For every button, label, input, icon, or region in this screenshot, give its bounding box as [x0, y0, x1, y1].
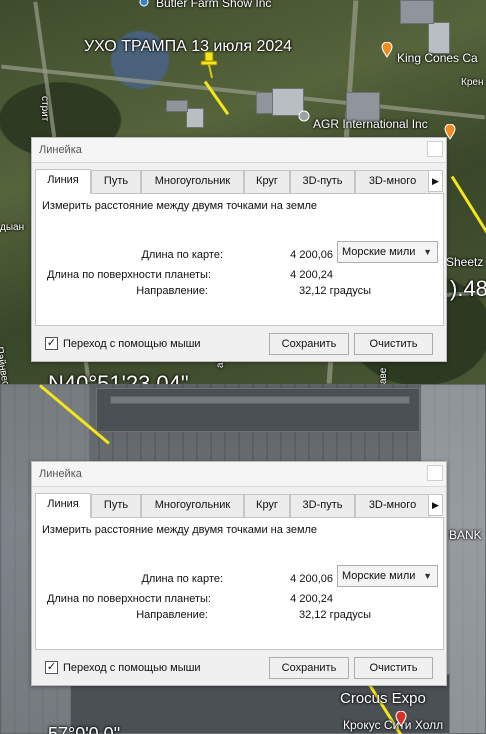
checkmark-icon: ✓ — [46, 337, 57, 349]
ruler-description: Измерить расстояние между двумя точками … — [42, 524, 318, 536]
ruler-dialog-bottom[interactable]: Линейка Линия Путь Многоугольник Круг 3D… — [31, 461, 447, 686]
dialog-titlebar[interactable]: Линейка — [32, 138, 446, 163]
place-label-crocus-city-hall[interactable]: Крокус Сити Холл — [343, 718, 443, 732]
clear-button[interactable]: Очистить — [354, 333, 433, 355]
mouse-nav-label[interactable]: Переход с помощью мыши — [63, 662, 201, 674]
tab-3d-path[interactable]: 3D-путь — [290, 494, 355, 517]
coordinate-overlay-right: ).48 — [450, 276, 486, 301]
close-icon[interactable] — [427, 141, 443, 157]
place-pin-icon[interactable] — [138, 0, 150, 8]
street-label-left-2: Пайнвеста — [0, 346, 13, 384]
checkmark-icon: ✓ — [46, 661, 57, 673]
tab-3d-polygon[interactable]: 3D-много — [355, 170, 430, 193]
chevron-down-icon[interactable]: ▼ — [423, 242, 432, 262]
chevron-right-icon[interactable]: ▶ — [428, 170, 443, 192]
ruler-dialog-top[interactable]: Линейка Линия Путь Многоугольник Круг 3D… — [31, 137, 447, 362]
tab-line-content: Измерить расстояние между двумя точками … — [35, 193, 444, 326]
street-label-top-left: стрит — [39, 96, 50, 122]
tab-line-content: Измерить расстояние между двумя точками … — [35, 517, 444, 650]
close-icon[interactable] — [427, 465, 443, 481]
ruler-tabbar: Линия Путь Многоугольник Круг 3D-путь 3D… — [35, 493, 430, 518]
place-label-sheetz[interactable]: Sheetz — [446, 255, 483, 269]
pushpin-icon[interactable] — [198, 50, 220, 80]
coordinate-overlay-bottom: 57°0'0.0" — [48, 724, 121, 734]
save-button[interactable]: Сохранить — [269, 333, 349, 355]
dialog-titlebar[interactable]: Линейка — [32, 462, 446, 487]
map-length-label: Длина по карте: — [141, 573, 223, 585]
clear-button[interactable]: Очистить — [354, 657, 433, 679]
street-label-right: аве — [378, 367, 389, 384]
place-label-crocus-expo[interactable]: Crocus Expo — [340, 690, 426, 707]
place-pin-icon[interactable] — [395, 711, 407, 727]
place-label-king-cones[interactable]: King Cones Ca — [397, 51, 478, 65]
pushpin-title-label[interactable]: УХО ТРАМПА 13 июля 2024 — [84, 38, 292, 56]
unit-select[interactable]: Морские мили ▼ — [337, 565, 438, 587]
ground-length-label: Длина по поверхности планеты: — [46, 593, 211, 605]
chevron-down-icon[interactable]: ▼ — [423, 566, 432, 586]
unit-select-value: Морские мили — [342, 246, 416, 258]
place-pin-icon[interactable] — [298, 110, 310, 124]
chevron-right-icon[interactable]: ▶ — [428, 494, 443, 516]
tab-line[interactable]: Линия — [35, 169, 91, 194]
ground-length-value: 4 200,24 — [290, 593, 333, 605]
street-label-left-1: дыан — [0, 222, 25, 233]
ruler-description: Измерить расстояние между двумя точками … — [42, 200, 318, 212]
heading-value: 32,12 градусы — [299, 609, 372, 621]
coordinate-overlay-text: N40°51'23.04" — [48, 371, 189, 384]
tab-polygon[interactable]: Многоугольник — [141, 170, 244, 193]
dialog-title: Линейка — [39, 144, 82, 156]
mouse-nav-checkbox[interactable]: ✓ — [45, 661, 58, 674]
tab-path[interactable]: Путь — [91, 494, 141, 517]
tab-line[interactable]: Линия — [35, 493, 91, 518]
mouse-nav-label[interactable]: Переход с помощью мыши — [63, 338, 201, 350]
tab-3d-path[interactable]: 3D-путь — [290, 170, 355, 193]
place-pin-icon[interactable] — [381, 42, 393, 58]
place-label-king-cones-sub: Крен — [461, 77, 484, 88]
map-length-value: 4 200,06 — [290, 249, 333, 261]
tab-circle[interactable]: Круг — [244, 494, 290, 517]
ground-length-value: 4 200,24 — [290, 269, 333, 281]
place-label-bank[interactable]: BANK — [449, 528, 482, 542]
tab-3d-polygon[interactable]: 3D-много — [355, 494, 430, 517]
dialog-title: Линейка — [39, 468, 82, 480]
place-label-agr[interactable]: AGR International Inc — [313, 117, 428, 131]
ground-length-label: Длина по поверхности планеты: — [46, 269, 211, 281]
heading-label: Направление: — [136, 285, 208, 297]
unit-select[interactable]: Морские мили ▼ — [337, 241, 438, 263]
heading-label: Направление: — [136, 609, 208, 621]
map-length-value: 4 200,06 — [290, 573, 333, 585]
unit-select-value: Морские мили — [342, 570, 416, 582]
mouse-nav-checkbox[interactable]: ✓ — [45, 337, 58, 350]
save-button[interactable]: Сохранить — [269, 657, 349, 679]
tab-path[interactable]: Путь — [91, 170, 141, 193]
map-length-label: Длина по карте: — [141, 249, 223, 261]
heading-value: 32,12 градусы — [299, 285, 372, 297]
ruler-tabbar: Линия Путь Многоугольник Круг 3D-путь 3D… — [35, 169, 430, 194]
tab-polygon[interactable]: Многоугольник — [141, 494, 244, 517]
tab-circle[interactable]: Круг — [244, 170, 290, 193]
place-label-butler[interactable]: Butler Farm Show Inc — [156, 0, 271, 10]
